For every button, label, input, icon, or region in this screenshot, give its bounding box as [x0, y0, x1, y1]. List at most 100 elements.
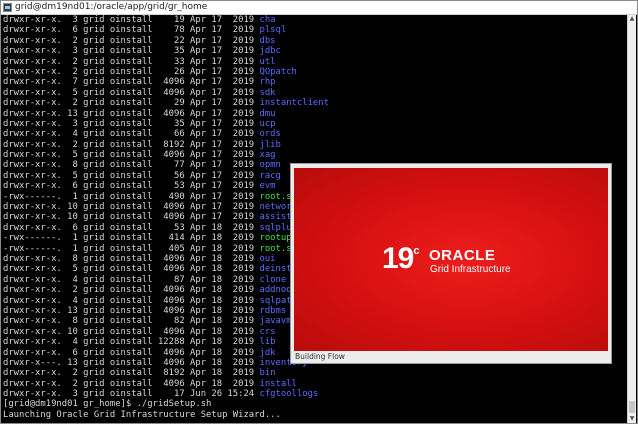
listing-row-meta: drwxr-xr-x. 2 grid oinstall 4096 Apr 18 … [3, 285, 260, 296]
listing-row: drwxr-xr-x. 2 grid oinstall 4096 Apr 18 … [3, 285, 334, 295]
version-number: 19 [382, 242, 414, 275]
listing-row: drwxr-xr-x. 10 grid oinstall 4096 Apr 18… [3, 327, 334, 337]
terminal-output: drwxr-xr-x. 3 grid oinstall 19 Apr 17 20… [3, 15, 334, 420]
window-titlebar[interactable]: grid@dm19nd01:/oracle/app/grid/gr_home [1, 1, 637, 15]
listing-row-meta: drwxr-xr-x. 6 grid oinstall 53 Apr 18 20… [3, 222, 260, 233]
listing-row-name: jlib [259, 139, 281, 150]
listing-row: drwxr-xr-x. 5 grid oinstall 56 Apr 17 20… [3, 171, 334, 181]
listing-row-name: lib [259, 337, 276, 348]
listing-row-name: clone [259, 274, 287, 285]
listing-row-name: crs [259, 326, 276, 337]
listing-row: drwxr-xr-x. 4 grid oinstall 66 Apr 17 20… [3, 129, 334, 139]
listing-row: drwxr-xr-x. 4 grid oinstall 12288 Apr 18… [3, 337, 334, 347]
listing-row-meta: -rwx------. 1 grid oinstall 414 Apr 18 2… [3, 233, 260, 244]
listing-row-name: dmu [259, 108, 276, 119]
listing-row-name: bin [259, 368, 276, 379]
splash-banner: 19c ORACLE Grid Infrastructure [294, 168, 608, 351]
listing-row: drwxr-xr-x. 3 grid oinstall 19 Apr 17 20… [3, 15, 334, 25]
listing-row: drwxr-xr-x. 3 grid oinstall 35 Apr 17 20… [3, 119, 334, 129]
listing-row: drwxr-xr-x. 13 grid oinstall 4096 Apr 18… [3, 306, 334, 316]
scroll-up-arrow-icon[interactable]: ▲ [628, 15, 636, 23]
listing-row: drwxr-xr-x. 2 grid oinstall 8192 Apr 17 … [3, 140, 334, 150]
listing-row-name: QOpatch [259, 66, 297, 77]
listing-row: drwxr-xr-x. 2 grid oinstall 4096 Apr 18 … [3, 379, 334, 389]
version-suffix: c [413, 245, 420, 257]
listing-row-meta: drwxr-xr-x. 3 grid oinstall 19 Apr 17 20… [3, 15, 260, 25]
listing-row: -rwx------. 1 grid oinstall 414 Apr 18 2… [3, 233, 334, 243]
listing-row-name: install [259, 378, 297, 389]
listing-row-meta: drwxr-xr-x. 8 grid oinstall 4096 Apr 18 … [3, 253, 260, 264]
terminal-icon [3, 3, 12, 12]
listing-row: drwxr-xr-x. 6 grid oinstall 53 Apr 18 20… [3, 223, 334, 233]
listing-row: drwxr-xr-x. 3 grid oinstall 17 Jun 26 15… [3, 389, 334, 399]
listing-row-meta: drwxr-xr-x. 5 grid oinstall 4096 Apr 17 … [3, 150, 260, 161]
listing-row: drwxr-xr-x. 10 grid oinstall 4096 Apr 17… [3, 202, 334, 212]
listing-row-name: opmn [259, 160, 281, 171]
listing-row-meta: drwxr-xr-x. 10 grid oinstall 4096 Apr 17… [3, 212, 260, 223]
listing-row-meta: drwxr-xr-x. 5 grid oinstall 4096 Apr 17 … [3, 87, 260, 98]
listing-row: drwxr-xr-x. 5 grid oinstall 4096 Apr 17 … [3, 88, 334, 98]
scroll-down-arrow-icon[interactable]: ▼ [628, 415, 636, 423]
listing-row-meta: drwxr-xr-x. 4 grid oinstall 66 Apr 17 20… [3, 129, 260, 140]
listing-row-meta: drwxr-xr-x. 7 grid oinstall 4096 Apr 17 … [3, 77, 260, 88]
listing-row: drwxr-xr-x. 4 grid oinstall 4096 Apr 18 … [3, 296, 334, 306]
listing-row: drwxr-xr-x. 10 grid oinstall 4096 Apr 17… [3, 212, 334, 222]
listing-row-name: rdbms [259, 305, 287, 316]
shell-output-line: Launching Oracle Grid Infrastructure Set… [3, 409, 281, 420]
listing-row-meta: drwxr-xr-x. 2 grid oinstall 4096 Apr 18 … [3, 378, 260, 389]
listing-row-meta: drwxr-xr-x. 2 grid oinstall 22 Apr 17 20… [3, 35, 260, 46]
listing-row-meta: drwxr-xr-x. 8 grid oinstall 82 Apr 18 20… [3, 316, 260, 327]
listing-row-meta: drwxr-xr-x. 13 grid oinstall 4096 Apr 18… [3, 305, 260, 316]
listing-row: drwxr-xr-x. 2 grid oinstall 8192 Apr 18 … [3, 368, 334, 378]
listing-row-name: cha [259, 15, 276, 25]
oracle-logo: ORACLE [429, 247, 496, 264]
window-title: grid@dm19nd01:/oracle/app/grid/gr_home [15, 2, 208, 12]
listing-row-meta: drwxr-x---. 13 grid oinstall 4096 Apr 18… [3, 357, 260, 368]
listing-row: drwxr-xr-x. 6 grid oinstall 78 Apr 17 20… [3, 25, 334, 35]
listing-row-name: jdk [259, 347, 276, 358]
vertical-scrollbar[interactable]: ▲ ▼ [627, 15, 636, 423]
listing-row-meta: drwxr-xr-x. 5 grid oinstall 56 Apr 17 20… [3, 170, 260, 181]
listing-row: drwxr-xr-x. 6 grid oinstall 53 Apr 17 20… [3, 181, 334, 191]
listing-row-meta: drwxr-xr-x. 4 grid oinstall 4096 Apr 18 … [3, 295, 260, 306]
listing-row-meta: drwxr-xr-x. 4 grid oinstall 12288 Apr 18… [3, 337, 260, 348]
listing-row: drwxr-xr-x. 3 grid oinstall 35 Apr 17 20… [3, 46, 334, 56]
listing-row-meta: drwxr-xr-x. 5 grid oinstall 4096 Apr 18 … [3, 264, 260, 275]
listing-row-meta: drwxr-xr-x. 2 grid oinstall 8192 Apr 17 … [3, 139, 260, 150]
installer-splash-window: 19c ORACLE Grid Infrastructure Building … [290, 163, 612, 364]
listing-row-meta: drwxr-xr-x. 3 grid oinstall 35 Apr 17 20… [3, 118, 260, 129]
listing-row-meta: drwxr-xr-x. 6 grid oinstall 4096 Apr 18 … [3, 347, 260, 358]
listing-row-name: racg [259, 170, 281, 181]
listing-row-name: rhp [259, 77, 276, 88]
listing-row-meta: drwxr-xr-x. 8 grid oinstall 77 Apr 17 20… [3, 160, 260, 171]
listing-row-name: ords [259, 129, 281, 140]
listing-row-name: javavm [259, 316, 292, 327]
listing-row-meta: drwxr-xr-x. 13 grid oinstall 4096 Apr 17… [3, 108, 260, 119]
listing-row-name: oui [259, 253, 276, 264]
listing-row: drwxr-xr-x. 6 grid oinstall 4096 Apr 18 … [3, 348, 334, 358]
listing-row-meta: drwxr-xr-x. 10 grid oinstall 4096 Apr 18… [3, 326, 260, 337]
listing-row-name: plsql [259, 25, 287, 36]
listing-row-meta: -rwx------. 1 grid oinstall 490 Apr 17 2… [3, 191, 260, 202]
listing-row: drwxr-xr-x. 5 grid oinstall 4096 Apr 18 … [3, 264, 334, 274]
listing-row-name: ucp [259, 118, 276, 129]
listing-row: drwxr-xr-x. 13 grid oinstall 4096 Apr 17… [3, 109, 334, 119]
listing-row-name: instantclient [259, 98, 329, 109]
splash-status-text: Building Flow [295, 352, 345, 361]
listing-row-meta: drwxr-xr-x. 6 grid oinstall 78 Apr 17 20… [3, 25, 260, 36]
listing-row-name: sdk [259, 87, 276, 98]
listing-row: drwxr-x---. 13 grid oinstall 4096 Apr 18… [3, 358, 334, 368]
listing-row-meta: drwxr-xr-x. 2 grid oinstall 33 Apr 17 20… [3, 56, 260, 67]
listing-row-meta: drwxr-xr-x. 3 grid oinstall 35 Apr 17 20… [3, 46, 260, 57]
listing-row-meta: drwxr-xr-x. 4 grid oinstall 87 Apr 18 20… [3, 274, 260, 285]
listing-row: drwxr-xr-x. 8 grid oinstall 4096 Apr 18 … [3, 254, 334, 264]
listing-row: drwxr-xr-x. 4 grid oinstall 87 Apr 18 20… [3, 275, 334, 285]
listing-row: drwxr-xr-x. 2 grid oinstall 29 Apr 17 20… [3, 98, 334, 108]
listing-row-name: evm [259, 181, 276, 192]
listing-row-meta: drwxr-xr-x. 2 grid oinstall 26 Apr 17 20… [3, 66, 260, 77]
listing-row: -rwx------. 1 grid oinstall 490 Apr 17 2… [3, 192, 334, 202]
listing-row-name: xag [259, 150, 276, 161]
scrollbar-thumb[interactable] [629, 401, 635, 413]
listing-row-meta: drwxr-xr-x. 10 grid oinstall 4096 Apr 17… [3, 202, 260, 213]
listing-row-meta: drwxr-xr-x. 6 grid oinstall 53 Apr 17 20… [3, 181, 260, 192]
